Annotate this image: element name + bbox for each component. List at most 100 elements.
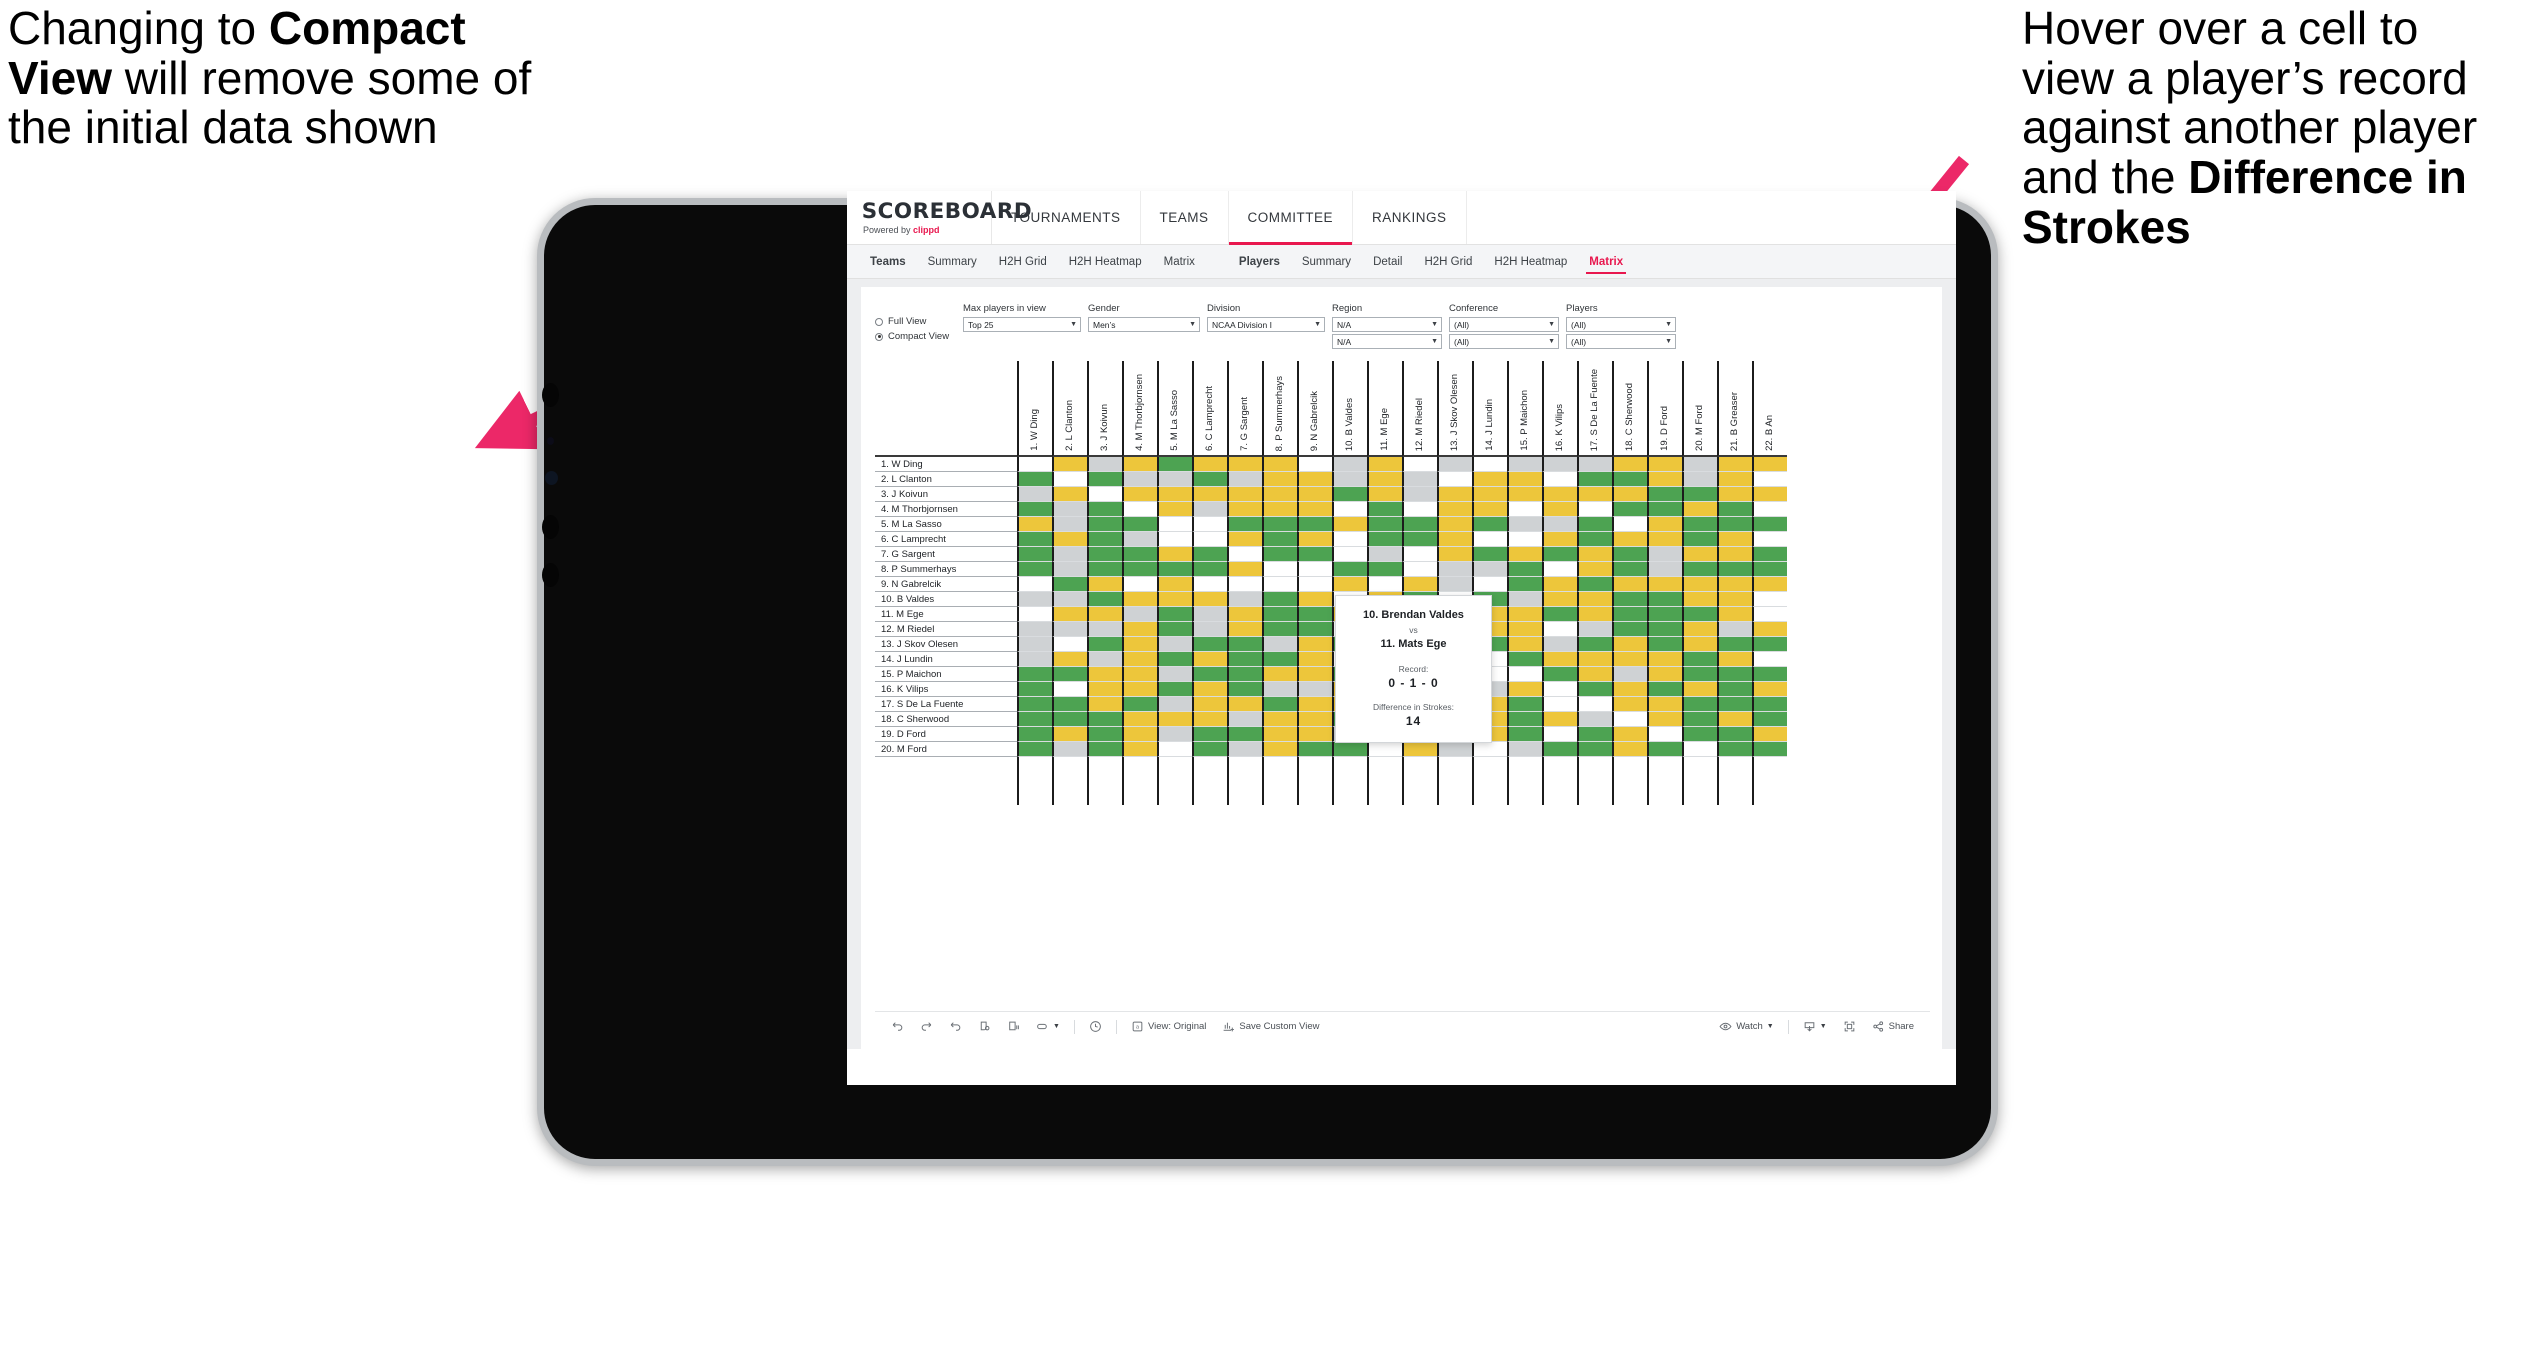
matrix-cell[interactable]: [1122, 712, 1157, 727]
matrix-cell[interactable]: [1017, 712, 1052, 727]
matrix-cell[interactable]: [1752, 712, 1787, 727]
matrix-cell[interactable]: [1542, 472, 1577, 487]
matrix-cell[interactable]: [1542, 562, 1577, 577]
matrix-cell[interactable]: [1682, 652, 1717, 667]
matrix-cell[interactable]: [1227, 532, 1262, 547]
matrix-cell[interactable]: [1437, 487, 1472, 502]
matrix-row-label[interactable]: 12. M Riedel: [875, 622, 1017, 637]
matrix-cell[interactable]: [1682, 682, 1717, 697]
matrix-cell[interactable]: [1192, 457, 1227, 472]
matrix-cell[interactable]: [1052, 712, 1087, 727]
pause-auto-update-button[interactable]: [999, 1012, 1028, 1041]
matrix-cell[interactable]: [1227, 487, 1262, 502]
matrix-cell[interactable]: [1682, 742, 1717, 757]
subnav-players-detail[interactable]: Detail: [1362, 245, 1413, 278]
matrix-cell[interactable]: [1577, 502, 1612, 517]
matrix-cell[interactable]: [1157, 457, 1192, 472]
matrix-cell[interactable]: [1542, 487, 1577, 502]
matrix-cell[interactable]: [1682, 697, 1717, 712]
matrix-cell[interactable]: [1507, 472, 1542, 487]
matrix-cell[interactable]: [1647, 562, 1682, 577]
matrix-cell[interactable]: [1717, 682, 1752, 697]
matrix-cell[interactable]: [1752, 487, 1787, 502]
matrix-cell[interactable]: [1122, 547, 1157, 562]
matrix-cell[interactable]: [1717, 592, 1752, 607]
matrix-cell[interactable]: [1087, 652, 1122, 667]
matrix-cell[interactable]: [1542, 547, 1577, 562]
region-select-1[interactable]: N/A ▼: [1332, 317, 1442, 332]
matrix-cell[interactable]: [1087, 727, 1122, 742]
matrix-cell[interactable]: [1577, 517, 1612, 532]
matrix-cell[interactable]: [1017, 562, 1052, 577]
matrix-cell[interactable]: [1017, 667, 1052, 682]
subnav-teams-summary[interactable]: Summary: [917, 245, 988, 278]
matrix-cell[interactable]: [1017, 592, 1052, 607]
gender-select[interactable]: Men’s ▼: [1088, 317, 1200, 332]
matrix-cell[interactable]: [1157, 697, 1192, 712]
matrix-cell[interactable]: [1752, 637, 1787, 652]
matrix-cell[interactable]: [1262, 502, 1297, 517]
matrix-cell[interactable]: [1682, 592, 1717, 607]
matrix-cell[interactable]: [1717, 457, 1752, 472]
matrix-cell[interactable]: [1542, 577, 1577, 592]
matrix-cell[interactable]: [1122, 457, 1157, 472]
matrix-cell[interactable]: [1577, 652, 1612, 667]
matrix-column-header[interactable]: 5. M La Sasso: [1157, 361, 1192, 457]
matrix-cell[interactable]: [1087, 607, 1122, 622]
matrix-cell[interactable]: [1227, 577, 1262, 592]
matrix-cell[interactable]: [1227, 457, 1262, 472]
subnav-players-h2h-grid[interactable]: H2H Grid: [1413, 245, 1483, 278]
matrix-cell[interactable]: [1542, 592, 1577, 607]
matrix-cell[interactable]: [1577, 457, 1612, 472]
matrix-cell[interactable]: [1122, 667, 1157, 682]
matrix-cell[interactable]: [1192, 562, 1227, 577]
matrix-cell[interactable]: [1752, 457, 1787, 472]
matrix-cell[interactable]: [1647, 682, 1682, 697]
matrix-cell[interactable]: [1577, 607, 1612, 622]
matrix-cell[interactable]: [1402, 577, 1437, 592]
nav-tab-rankings[interactable]: RANKINGS: [1353, 191, 1467, 244]
matrix-cell[interactable]: [1262, 577, 1297, 592]
matrix-row-label[interactable]: 1. W Ding: [875, 457, 1017, 472]
matrix-cell[interactable]: [1017, 532, 1052, 547]
matrix-cell[interactable]: [1542, 637, 1577, 652]
matrix-row-label[interactable]: 2. L Clanton: [875, 472, 1017, 487]
matrix-cell[interactable]: [1262, 727, 1297, 742]
matrix-cell[interactable]: [1542, 652, 1577, 667]
matrix-cell[interactable]: [1682, 622, 1717, 637]
matrix-cell[interactable]: [1262, 562, 1297, 577]
subnav-teams-h2h-grid[interactable]: H2H Grid: [988, 245, 1058, 278]
matrix-cell[interactable]: [1227, 667, 1262, 682]
matrix-cell[interactable]: [1297, 607, 1332, 622]
matrix-column-header[interactable]: 19. D Ford: [1647, 361, 1682, 457]
matrix-cell[interactable]: [1437, 502, 1472, 517]
matrix-cell[interactable]: [1542, 712, 1577, 727]
matrix-cell[interactable]: [1507, 592, 1542, 607]
matrix-cell[interactable]: [1402, 547, 1437, 562]
matrix-cell[interactable]: [1717, 727, 1752, 742]
matrix-cell[interactable]: [1052, 607, 1087, 622]
matrix-column-header[interactable]: 13. J Skov Olesen: [1437, 361, 1472, 457]
matrix-cell[interactable]: [1577, 577, 1612, 592]
matrix-cell[interactable]: [1262, 487, 1297, 502]
matrix-cell[interactable]: [1542, 682, 1577, 697]
matrix-cell[interactable]: [1122, 472, 1157, 487]
revert-button[interactable]: [941, 1012, 970, 1041]
matrix-cell[interactable]: [1577, 682, 1612, 697]
matrix-cell[interactable]: [1017, 472, 1052, 487]
matrix-cell[interactable]: [1297, 502, 1332, 517]
matrix-cell[interactable]: [1647, 637, 1682, 652]
matrix-cell[interactable]: [1402, 532, 1437, 547]
share-button[interactable]: Share: [1864, 1012, 1922, 1041]
matrix-cell[interactable]: [1227, 472, 1262, 487]
matrix-cell[interactable]: [1262, 457, 1297, 472]
matrix-cell[interactable]: [1367, 487, 1402, 502]
matrix-column-header[interactable]: 20. M Ford: [1682, 361, 1717, 457]
matrix-cell[interactable]: [1752, 517, 1787, 532]
matrix-cell[interactable]: [1122, 517, 1157, 532]
download-button[interactable]: ▼: [1795, 1012, 1835, 1041]
matrix-cell[interactable]: [1507, 637, 1542, 652]
matrix-cell[interactable]: [1297, 562, 1332, 577]
device-volume-up[interactable]: [542, 515, 559, 539]
matrix-cell[interactable]: [1472, 517, 1507, 532]
